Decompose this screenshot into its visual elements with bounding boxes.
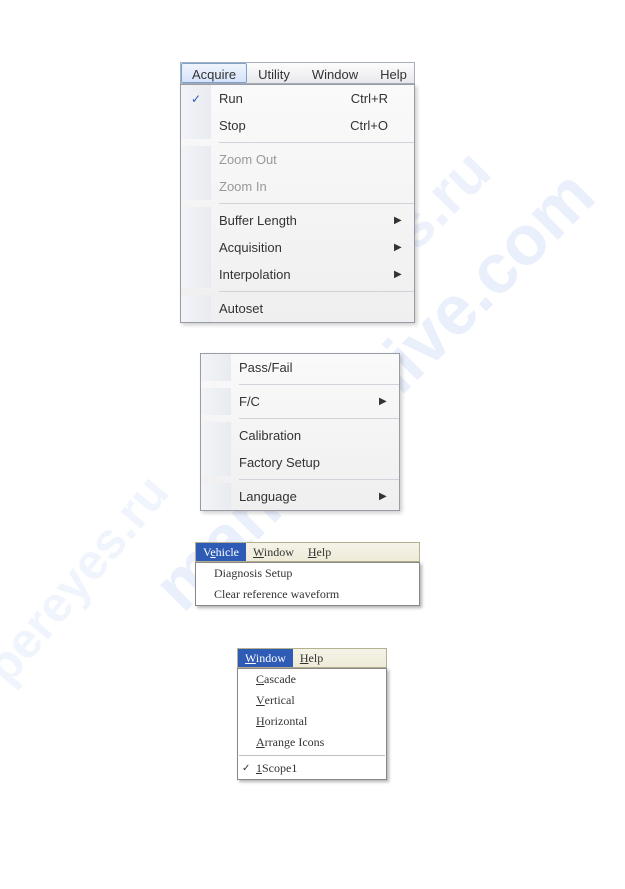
- menu-item-buffer-length[interactable]: Buffer Length ▶: [181, 207, 414, 234]
- menu-item-horizontal[interactable]: Horizontal: [238, 711, 386, 732]
- check-icon: [181, 173, 211, 200]
- window-dropdown: CascadeVerticalHorizontalArrange Icons ✓1…: [237, 668, 387, 780]
- menubar-item-window[interactable]: Window: [301, 63, 369, 83]
- separator: [219, 203, 414, 204]
- menubar-item-window[interactable]: Window: [238, 649, 293, 667]
- menu-item-arrange-icons[interactable]: Arrange Icons: [238, 732, 386, 753]
- shortcut: Ctrl+O: [350, 118, 394, 133]
- icon-col: [201, 449, 231, 476]
- check-icon: [181, 295, 211, 322]
- menubar-item-acquire[interactable]: Acquire: [181, 63, 247, 83]
- check-icon: [181, 207, 211, 234]
- menubar-item-help[interactable]: Help: [369, 63, 418, 83]
- utility-menu-block: Pass/FailF/C▶CalibrationFactory SetupLan…: [200, 353, 400, 511]
- utility-dropdown: Pass/FailF/C▶CalibrationFactory SetupLan…: [200, 353, 400, 511]
- menu-item-factory-setup[interactable]: Factory Setup: [201, 449, 399, 476]
- check-icon: [181, 112, 211, 139]
- menubar-window: WindowHelp: [237, 648, 387, 668]
- menu-item-acquisition[interactable]: Acquisition ▶: [181, 234, 414, 261]
- menu-item-interpolation[interactable]: Interpolation ▶: [181, 261, 414, 288]
- menu-item-label: Language: [239, 489, 379, 504]
- menu-item-language[interactable]: Language▶: [201, 483, 399, 510]
- submenu-arrow-icon: ▶: [394, 269, 406, 280]
- menu-item-run[interactable]: ✓ RunCtrl+R: [181, 85, 414, 112]
- icon-col: [201, 422, 231, 449]
- menu-item-f-c[interactable]: F/C▶: [201, 388, 399, 415]
- menu-item-label: Acquisition: [219, 240, 388, 255]
- menu-item-label: Autoset: [219, 301, 388, 316]
- check-icon: ✓: [181, 85, 211, 112]
- menu-item-zoom-in: Zoom In: [181, 173, 414, 200]
- separator: [239, 418, 399, 419]
- menu-item-label: F/C: [239, 394, 379, 409]
- acquire-dropdown: ✓RunCtrl+RStopCtrl+OZoom OutZoom InBuffe…: [180, 84, 415, 323]
- check-icon: [181, 261, 211, 288]
- check-icon: ✓: [242, 763, 250, 774]
- submenu-arrow-icon: ▶: [394, 215, 406, 226]
- menu-item-clear-reference-waveform[interactable]: Clear reference waveform: [196, 584, 419, 605]
- menu-item-1-scope1[interactable]: ✓1 Scope1: [238, 758, 386, 779]
- menu-item-zoom-out: Zoom Out: [181, 146, 414, 173]
- menu-item-label: Calibration: [239, 428, 379, 443]
- check-icon: [181, 234, 211, 261]
- menu-item-label: Pass/Fail: [239, 360, 379, 375]
- shortcut: Ctrl+R: [351, 91, 394, 106]
- menu-item-label: Zoom In: [219, 179, 388, 194]
- icon-col: [201, 483, 231, 510]
- submenu-arrow-icon: ▶: [379, 396, 391, 407]
- separator: [239, 755, 385, 756]
- menu-item-label: Stop: [219, 118, 350, 133]
- menu-item-stop[interactable]: StopCtrl+O: [181, 112, 414, 139]
- menu-item-label: Factory Setup: [239, 455, 379, 470]
- watermark-side2: pereyes.ru: [0, 463, 180, 694]
- icon-col: [201, 354, 231, 381]
- menu-item-vertical[interactable]: Vertical: [238, 690, 386, 711]
- separator: [239, 384, 399, 385]
- vehicle-dropdown: Diagnosis SetupClear reference waveform: [195, 562, 420, 606]
- menubar-item-window[interactable]: Window: [246, 543, 301, 561]
- menu-item-label: Buffer Length: [219, 213, 388, 228]
- menu-item-label: Run: [219, 91, 351, 106]
- menu-item-autoset[interactable]: Autoset: [181, 295, 414, 322]
- check-icon: [181, 146, 211, 173]
- menu-item-label: Zoom Out: [219, 152, 388, 167]
- menubar-item-help[interactable]: Help: [293, 649, 330, 667]
- menubar-vehicle: VehicleWindowHelp: [195, 542, 420, 562]
- submenu-arrow-icon: ▶: [394, 242, 406, 253]
- separator: [219, 142, 414, 143]
- separator: [219, 291, 414, 292]
- icon-col: [201, 388, 231, 415]
- menu-item-diagnosis-setup[interactable]: Diagnosis Setup: [196, 563, 419, 584]
- acquire-menu-block: AcquireUtilityWindowHelp ✓RunCtrl+RStopC…: [180, 62, 415, 323]
- menu-item-pass-fail[interactable]: Pass/Fail: [201, 354, 399, 381]
- submenu-arrow-icon: ▶: [379, 491, 391, 502]
- menubar-item-vehicle[interactable]: Vehicle: [196, 543, 246, 561]
- menu-item-label: Interpolation: [219, 267, 388, 282]
- separator: [239, 479, 399, 480]
- vehicle-menu-block: VehicleWindowHelp Diagnosis SetupClear r…: [195, 542, 420, 606]
- menubar-acquire: AcquireUtilityWindowHelp: [180, 62, 415, 84]
- menubar-item-help[interactable]: Help: [301, 543, 338, 561]
- menu-item-cascade[interactable]: Cascade: [238, 669, 386, 690]
- menu-item-calibration[interactable]: Calibration: [201, 422, 399, 449]
- menubar-item-utility[interactable]: Utility: [247, 63, 301, 83]
- window-menu-block: WindowHelp CascadeVerticalHorizontalArra…: [237, 648, 387, 780]
